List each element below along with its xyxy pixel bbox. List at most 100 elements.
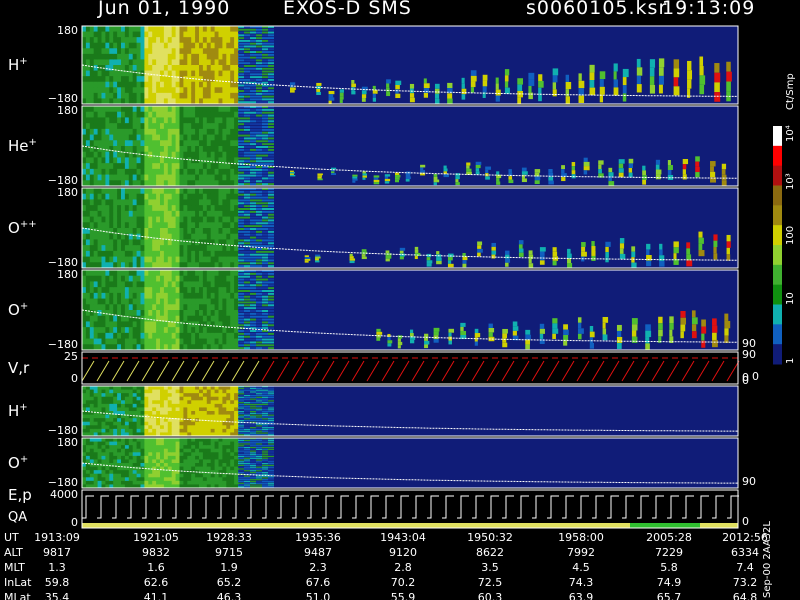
cell (148, 210, 153, 218)
cell (234, 441, 239, 446)
cell (171, 53, 177, 60)
cell (121, 270, 126, 277)
cell (175, 210, 180, 218)
cell (250, 101, 256, 104)
cell (144, 210, 149, 218)
cell (577, 322, 582, 329)
cell (485, 176, 490, 180)
cell (128, 287, 134, 294)
cell (82, 216, 87, 223)
cell (109, 445, 114, 450)
cell (244, 213, 250, 216)
cell (160, 441, 165, 446)
cell (171, 281, 177, 288)
cell (187, 233, 192, 240)
cell (117, 31, 122, 38)
cell (191, 233, 196, 240)
cell (167, 59, 173, 66)
cell (256, 441, 262, 443)
cell (85, 256, 91, 263)
cell (183, 473, 188, 478)
cell (244, 428, 250, 431)
cell (206, 414, 212, 419)
cell (244, 126, 250, 128)
cell (608, 172, 614, 177)
cell (244, 51, 250, 54)
cell (238, 166, 244, 168)
cell (244, 84, 250, 87)
cell (244, 42, 250, 45)
cell (160, 463, 165, 468)
cell (144, 438, 149, 443)
cell (206, 459, 212, 464)
cell (659, 249, 663, 256)
cell (85, 233, 91, 240)
cell (290, 173, 294, 175)
cell (250, 398, 256, 400)
cell (262, 281, 268, 284)
cell (226, 193, 231, 200)
cell (113, 403, 118, 408)
cell (152, 403, 157, 408)
cell (132, 287, 138, 294)
cell (160, 216, 165, 223)
cell (244, 414, 250, 416)
cell (171, 270, 177, 277)
cell (179, 123, 184, 130)
cell (222, 403, 227, 408)
cell (179, 111, 184, 118)
cell (113, 250, 118, 258)
cell (669, 329, 673, 337)
cell (268, 101, 274, 104)
cell (113, 448, 118, 453)
cell (144, 117, 149, 124)
cell (214, 250, 219, 258)
cell (121, 298, 126, 305)
cell (256, 470, 262, 472)
cell (680, 331, 684, 339)
cell (262, 387, 268, 390)
cell (89, 389, 95, 394)
cell (132, 393, 138, 398)
cell (144, 216, 149, 223)
cell (128, 304, 134, 311)
cell (206, 466, 212, 471)
cell (187, 407, 192, 412)
cell (128, 411, 134, 416)
cell (214, 438, 219, 443)
cell (226, 425, 231, 430)
cell (701, 326, 707, 334)
cell (191, 26, 196, 33)
cell (195, 37, 200, 44)
cell (132, 455, 138, 460)
cell (183, 92, 188, 99)
cell (244, 407, 250, 409)
cell (328, 100, 332, 104)
cell (105, 48, 110, 55)
cell (244, 310, 250, 312)
cell (152, 128, 157, 136)
cell (250, 409, 256, 411)
cell (183, 228, 188, 235)
cell (214, 65, 219, 72)
cell (89, 233, 95, 240)
cell (160, 168, 165, 176)
cell (121, 222, 126, 229)
cell (238, 190, 244, 193)
cell (191, 403, 196, 408)
cell (128, 81, 134, 88)
cell (93, 199, 99, 206)
cell (101, 480, 106, 485)
cell (256, 126, 262, 128)
cell (496, 171, 500, 175)
cell (262, 400, 268, 402)
cell (167, 463, 173, 468)
cell (148, 174, 153, 181)
cell (238, 45, 244, 48)
cell (113, 421, 118, 426)
cell (244, 427, 250, 429)
cell (710, 161, 716, 167)
cell (206, 477, 212, 482)
cell (268, 222, 274, 225)
cell (89, 37, 95, 44)
